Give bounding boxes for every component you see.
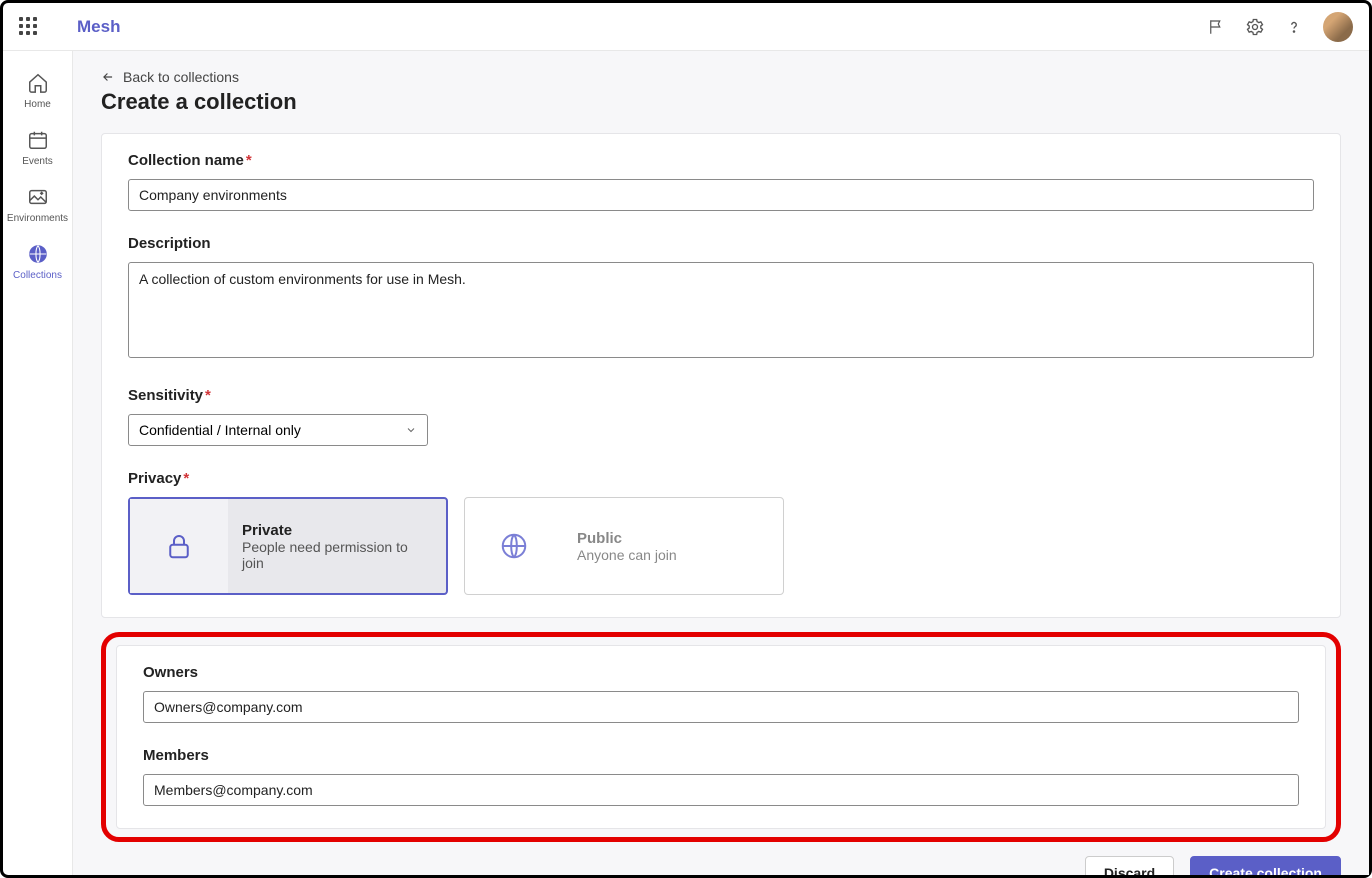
- sidebar-item-label: Home: [24, 99, 51, 110]
- globe-icon: [465, 498, 563, 594]
- chevron-down-icon: [405, 424, 417, 436]
- home-icon: [27, 71, 49, 95]
- calendar-icon: [27, 128, 49, 152]
- sidebar-item-label: Collections: [13, 270, 62, 281]
- globe-icon: [27, 242, 49, 266]
- description-label: Description: [128, 235, 1314, 252]
- sidebar-item-environments[interactable]: Environments: [6, 177, 70, 234]
- privacy-public-sub: Anyone can join: [577, 547, 769, 563]
- user-avatar[interactable]: [1323, 12, 1353, 42]
- sensitivity-label: Sensitivity*: [128, 387, 1314, 404]
- sidebar: Home Events Environments Collections: [3, 51, 73, 875]
- field-description: Description A collection of custom envir…: [128, 235, 1314, 363]
- description-input[interactable]: A collection of custom environments for …: [128, 262, 1314, 358]
- top-right-controls: [1207, 12, 1353, 42]
- help-icon[interactable]: [1285, 18, 1303, 36]
- privacy-public-text: Public Anyone can join: [563, 498, 783, 594]
- owners-label: Owners: [143, 664, 1299, 681]
- sidebar-item-label: Environments: [7, 213, 68, 224]
- privacy-label: Privacy*: [128, 470, 1314, 487]
- page-title: Create a collection: [101, 89, 1341, 115]
- privacy-private-sub: People need permission to join: [242, 539, 432, 571]
- create-collection-button[interactable]: Create collection: [1190, 856, 1341, 875]
- image-icon: [27, 185, 49, 209]
- settings-icon[interactable]: [1245, 17, 1265, 37]
- privacy-options-row: Private People need permission to join P…: [128, 497, 1314, 595]
- privacy-option-public[interactable]: Public Anyone can join: [464, 497, 784, 595]
- members-input[interactable]: [143, 774, 1299, 806]
- sidebar-item-home[interactable]: Home: [6, 63, 70, 120]
- top-bar: Mesh: [3, 3, 1369, 51]
- members-label: Members: [143, 747, 1299, 764]
- field-privacy: Privacy* Private People need permission …: [128, 470, 1314, 595]
- collection-name-input[interactable]: [128, 179, 1314, 211]
- back-to-collections-link[interactable]: Back to collections: [101, 69, 1341, 85]
- privacy-private-title: Private: [242, 522, 432, 539]
- sensitivity-select[interactable]: Confidential / Internal only: [128, 414, 428, 446]
- privacy-private-text: Private People need permission to join: [228, 499, 446, 593]
- field-owners: Owners: [143, 664, 1299, 723]
- form-card-main: Collection name* Description A collectio…: [101, 133, 1341, 618]
- flag-icon[interactable]: [1207, 18, 1225, 36]
- owners-input[interactable]: [143, 691, 1299, 723]
- discard-button[interactable]: Discard: [1085, 856, 1174, 875]
- collection-name-label: Collection name*: [128, 152, 1314, 169]
- privacy-public-title: Public: [577, 530, 769, 547]
- app-name: Mesh: [77, 17, 120, 37]
- sidebar-item-events[interactable]: Events: [6, 120, 70, 177]
- lock-icon: [130, 499, 228, 593]
- sidebar-item-collections[interactable]: Collections: [6, 234, 70, 291]
- privacy-option-private[interactable]: Private People need permission to join: [128, 497, 448, 595]
- form-card-people: Owners Members: [116, 645, 1326, 829]
- sidebar-item-label: Events: [22, 156, 53, 167]
- back-link-label: Back to collections: [123, 69, 239, 85]
- sensitivity-value: Confidential / Internal only: [139, 422, 301, 438]
- highlight-annotation: Owners Members: [101, 632, 1341, 842]
- field-sensitivity: Sensitivity* Confidential / Internal onl…: [128, 387, 1314, 446]
- app-launcher-icon[interactable]: [19, 17, 39, 37]
- main-content: Back to collections Create a collection …: [73, 51, 1369, 875]
- arrow-left-icon: [101, 70, 115, 84]
- field-collection-name: Collection name*: [128, 152, 1314, 211]
- field-members: Members: [143, 747, 1299, 806]
- footer-actions: Discard Create collection: [101, 856, 1341, 875]
